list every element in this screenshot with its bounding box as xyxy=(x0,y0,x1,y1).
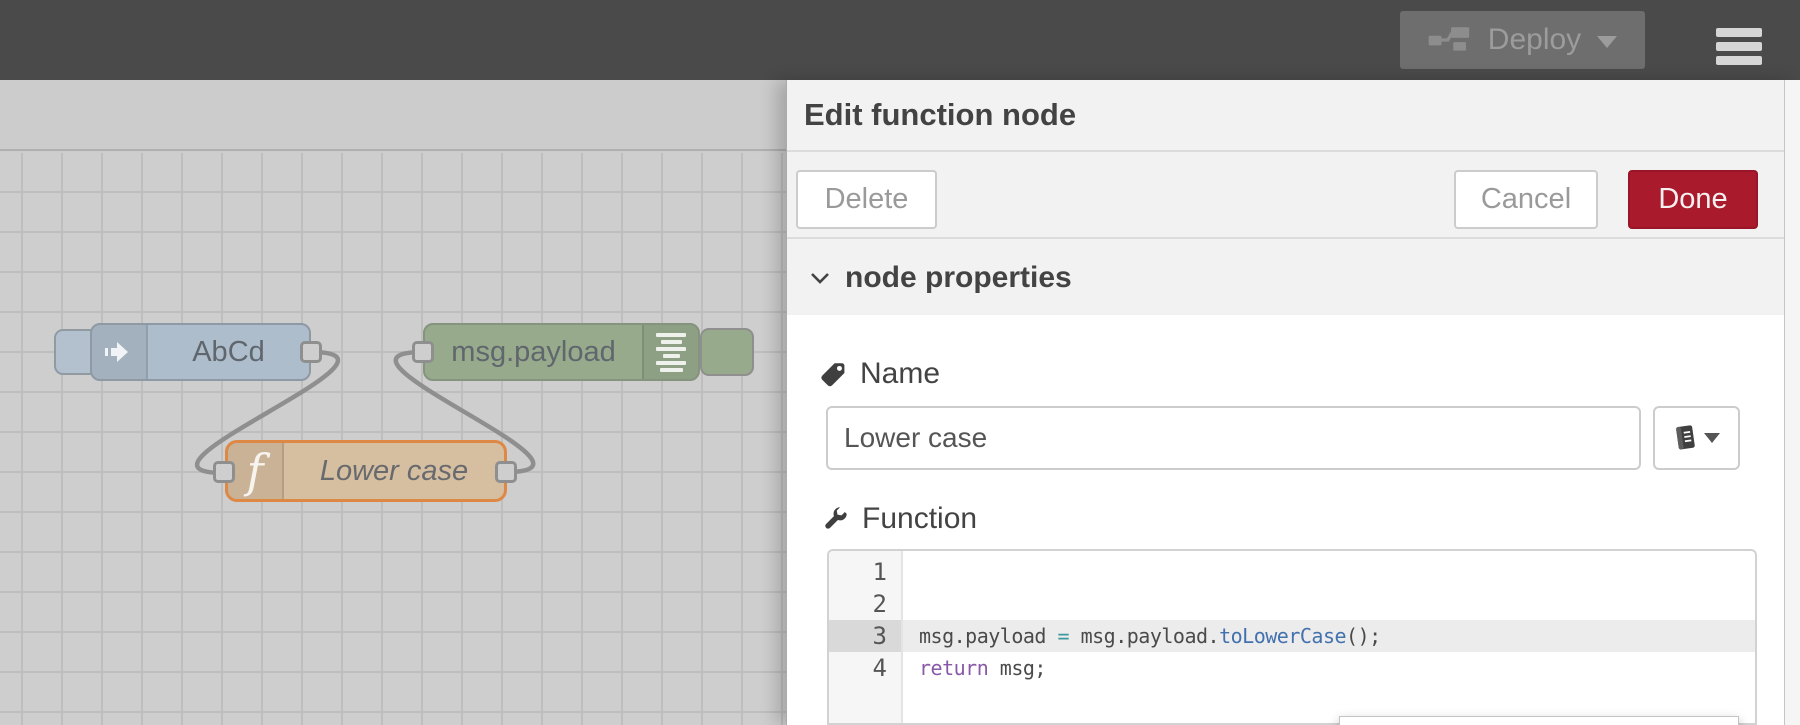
library-button[interactable] xyxy=(1653,406,1740,470)
node-debug[interactable]: msg.payload xyxy=(423,323,700,381)
tray-title: Edit function node xyxy=(787,80,1800,152)
debug-list-icon xyxy=(642,325,698,379)
editor-gutter: 1 2 3 4 xyxy=(829,551,903,723)
deploy-icon xyxy=(1428,27,1469,51)
header-bar: Deploy xyxy=(0,0,1800,80)
tray-content: Name Functi xyxy=(787,315,1800,725)
wrench-icon xyxy=(825,506,847,529)
tray-toolbar: Delete Cancel Done xyxy=(787,154,1800,239)
tag-icon xyxy=(821,362,845,386)
name-field-label: Name xyxy=(820,357,940,391)
inject-arrow-icon xyxy=(92,325,148,379)
flow-workspace[interactable]: AbCd msg.payload f Lower case xyxy=(0,80,786,725)
library-caret-icon xyxy=(1704,433,1720,443)
edit-tray: Edit function node Delete Cancel Done no… xyxy=(786,80,1800,725)
workspace-grid xyxy=(0,153,786,725)
function-output-port[interactable] xyxy=(495,461,517,483)
function-code-editor[interactable]: 1 2 3 4 msg.payload = msg.payload.toLowe… xyxy=(827,549,1757,725)
deploy-label: Deploy xyxy=(1487,23,1582,56)
node-function-selected[interactable]: f Lower case xyxy=(225,440,507,502)
editor-code-area[interactable]: msg.payload = msg.payload.toLowerCase();… xyxy=(903,551,1755,723)
tray-scrollbar-track[interactable] xyxy=(1784,80,1800,725)
book-icon xyxy=(1676,425,1695,450)
debug-toggle-button[interactable] xyxy=(700,328,754,376)
deploy-button[interactable]: Deploy xyxy=(1400,11,1645,69)
hamburger-icon xyxy=(1716,28,1762,37)
done-button[interactable]: Done xyxy=(1628,170,1758,229)
node-inject[interactable]: AbCd xyxy=(90,323,311,381)
node-label: Lower case xyxy=(319,454,469,487)
node-red-editor: Deploy AbCd msg.payload f Lower case Edi… xyxy=(0,0,1800,725)
function-input-port[interactable] xyxy=(213,461,235,483)
node-properties-section-toggle[interactable]: node properties xyxy=(787,241,1800,315)
chevron-down-icon xyxy=(811,272,829,284)
delete-button[interactable]: Delete xyxy=(796,170,937,229)
debug-input-port[interactable] xyxy=(412,341,434,363)
active-line-number: 3 xyxy=(829,620,901,652)
name-input[interactable] xyxy=(826,406,1641,470)
inject-output-port[interactable] xyxy=(300,341,322,363)
main-menu-button[interactable] xyxy=(1716,28,1762,70)
cancel-button[interactable]: Cancel xyxy=(1454,170,1598,229)
deploy-options-caret-icon[interactable] xyxy=(1597,36,1618,48)
node-label: msg.payload xyxy=(451,335,616,368)
node-label: AbCd xyxy=(192,335,265,368)
function-icon: f xyxy=(228,443,284,499)
code-line-4: return msg; xyxy=(919,656,1046,680)
library-dropdown-menu: Open Library... Save to Library... xyxy=(1339,716,1739,725)
workspace-tab-bar xyxy=(0,80,786,151)
section-label: node properties xyxy=(845,261,1072,294)
code-line-3: msg.payload = msg.payload.toLowerCase(); xyxy=(903,620,1755,652)
function-field-label: Function xyxy=(822,502,977,536)
